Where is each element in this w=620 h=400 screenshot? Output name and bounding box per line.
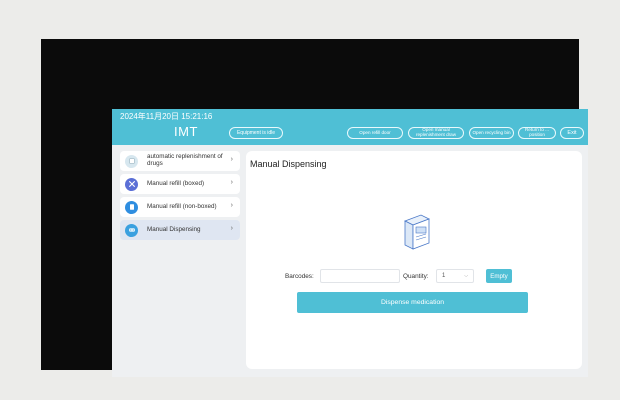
- open-refill-door-button[interactable]: Open refill door: [347, 127, 403, 139]
- dispense-medication-button[interactable]: Dispense medication: [297, 292, 528, 313]
- empty-state-illustration: [404, 214, 430, 250]
- main-panel: Manual Dispensing Barcodes: Quantity: 1 …: [246, 151, 582, 369]
- empty-button[interactable]: Empty: [486, 269, 512, 283]
- refill-boxed-icon: [125, 177, 138, 191]
- chevron-right-icon: ›: [230, 179, 233, 186]
- sidebar-item-auto-replenishment[interactable]: automatic replenishment of drugs ›: [120, 151, 240, 171]
- sidebar-item-label: Manual refill (boxed): [147, 179, 205, 187]
- quantity-label: Quantity:: [403, 273, 429, 280]
- sidebar-item-label: Manual refill (non-boxed): [147, 202, 217, 210]
- sidebar-item-label: Manual Dispensing: [147, 225, 201, 233]
- drug-box-icon: [125, 154, 138, 168]
- device-bezel: 2024年11月20日 15:21:16 IMT Equipment is id…: [41, 39, 588, 377]
- sidebar-nav: automatic replenishment of drugs › Manua…: [120, 151, 240, 243]
- chevron-right-icon: ›: [230, 156, 233, 163]
- quantity-value: 1: [442, 273, 446, 279]
- top-bar: 2024年11月20日 15:21:16 IMT Equipment is id…: [112, 109, 588, 145]
- barcode-input[interactable]: [320, 269, 400, 283]
- dispense-icon: [125, 223, 138, 237]
- datetime-display: 2024年11月20日 15:21:16: [120, 112, 213, 121]
- sidebar-item-manual-refill-nonboxed[interactable]: Manual refill (non-boxed) ›: [120, 197, 240, 217]
- brand-title: IMT: [174, 124, 198, 139]
- sidebar-item-label: automatic replenishment of drugs: [147, 153, 223, 167]
- refill-nonboxed-icon: [125, 200, 138, 214]
- page-title: Manual Dispensing: [250, 159, 327, 169]
- chevron-right-icon: ›: [230, 202, 233, 209]
- return-to-position-button[interactable]: Return to ... position: [518, 127, 556, 139]
- sidebar-item-manual-dispensing[interactable]: Manual Dispensing ›: [120, 220, 240, 240]
- chevron-right-icon: ›: [230, 225, 233, 232]
- open-manual-replenishment-drawer-button[interactable]: Open manual replenishment draw: [408, 127, 464, 139]
- exit-button[interactable]: Exit: [560, 127, 584, 139]
- open-recycling-bin-button[interactable]: Open recycling bin: [469, 127, 514, 139]
- touch-screen: 2024年11月20日 15:21:16 IMT Equipment is id…: [112, 109, 588, 377]
- chevron-down-icon: ⌵: [464, 273, 468, 279]
- sidebar-item-manual-refill-boxed[interactable]: Manual refill (boxed) ›: [120, 174, 240, 194]
- status-badge: Equipment is idle: [229, 127, 283, 139]
- barcode-label: Barcodes:: [285, 273, 314, 280]
- quantity-select[interactable]: 1 ⌵: [436, 269, 474, 283]
